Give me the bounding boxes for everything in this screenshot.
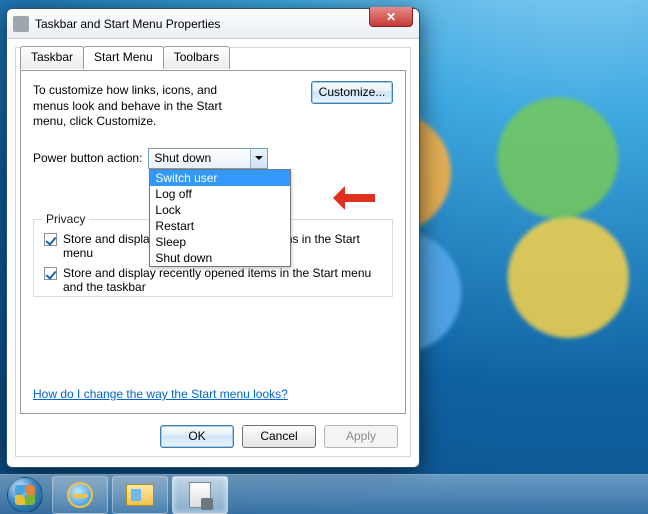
ie-icon [67,482,93,508]
dialog-button-row: OK Cancel Apply [160,425,398,448]
power-button-dropdown: Switch user Log off Lock Restart Sleep S… [149,169,291,267]
ok-button[interactable]: OK [160,425,234,448]
checkbox-store-programs[interactable] [44,233,57,246]
properties-dialog: Taskbar and Start Menu Properties ✕ Task… [6,8,420,468]
option-lock[interactable]: Lock [150,202,290,218]
privacy-legend: Privacy [42,212,89,226]
taskbar-explorer[interactable] [112,476,168,514]
close-icon: ✕ [386,10,396,24]
power-button-row: Power button action: Shut down Switch us… [33,148,393,169]
taskbar-properties[interactable] [172,476,228,514]
start-button[interactable] [2,476,48,514]
option-sleep[interactable]: Sleep [150,234,290,250]
properties-icon [189,482,211,508]
chevron-down-icon [250,149,267,168]
titlebar[interactable]: Taskbar and Start Menu Properties ✕ [7,9,419,39]
taskbar-ie[interactable] [52,476,108,514]
folder-icon [126,484,154,506]
window-title: Taskbar and Start Menu Properties [35,17,220,31]
power-button-selected: Shut down [154,151,211,165]
checkbox-store-items[interactable] [44,267,57,280]
help-link[interactable]: How do I change the way the Start menu l… [33,387,288,401]
tab-strip: Taskbar Start Menu Toolbars [20,46,229,69]
annotation-arrow-icon [321,186,381,210]
tab-start-menu[interactable]: Start Menu [83,46,164,69]
option-log-off[interactable]: Log off [150,186,290,202]
label-store-items: Store and display recently opened items … [63,266,382,294]
start-orb-icon [7,477,43,513]
tab-page-start-menu: To customize how links, icons, and menus… [20,70,406,414]
desktop: Taskbar and Start Menu Properties ✕ Task… [0,0,648,514]
power-button-label: Power button action: [33,151,142,165]
tab-toolbars[interactable]: Toolbars [163,46,230,69]
cancel-button[interactable]: Cancel [242,425,316,448]
dialog-body: Taskbar Start Menu Toolbars To customize… [15,47,411,457]
power-button-combo[interactable]: Shut down Switch user Log off Lock Resta… [148,148,268,169]
option-switch-user[interactable]: Switch user [150,170,290,186]
close-button[interactable]: ✕ [369,7,413,27]
window-icon [13,16,29,32]
option-shut-down[interactable]: Shut down [150,250,290,266]
customize-help-text: To customize how links, icons, and menus… [33,83,253,130]
apply-button[interactable]: Apply [324,425,398,448]
tab-taskbar[interactable]: Taskbar [20,46,84,69]
taskbar[interactable] [0,474,648,514]
option-restart[interactable]: Restart [150,218,290,234]
customize-button[interactable]: Customize... [311,81,393,104]
